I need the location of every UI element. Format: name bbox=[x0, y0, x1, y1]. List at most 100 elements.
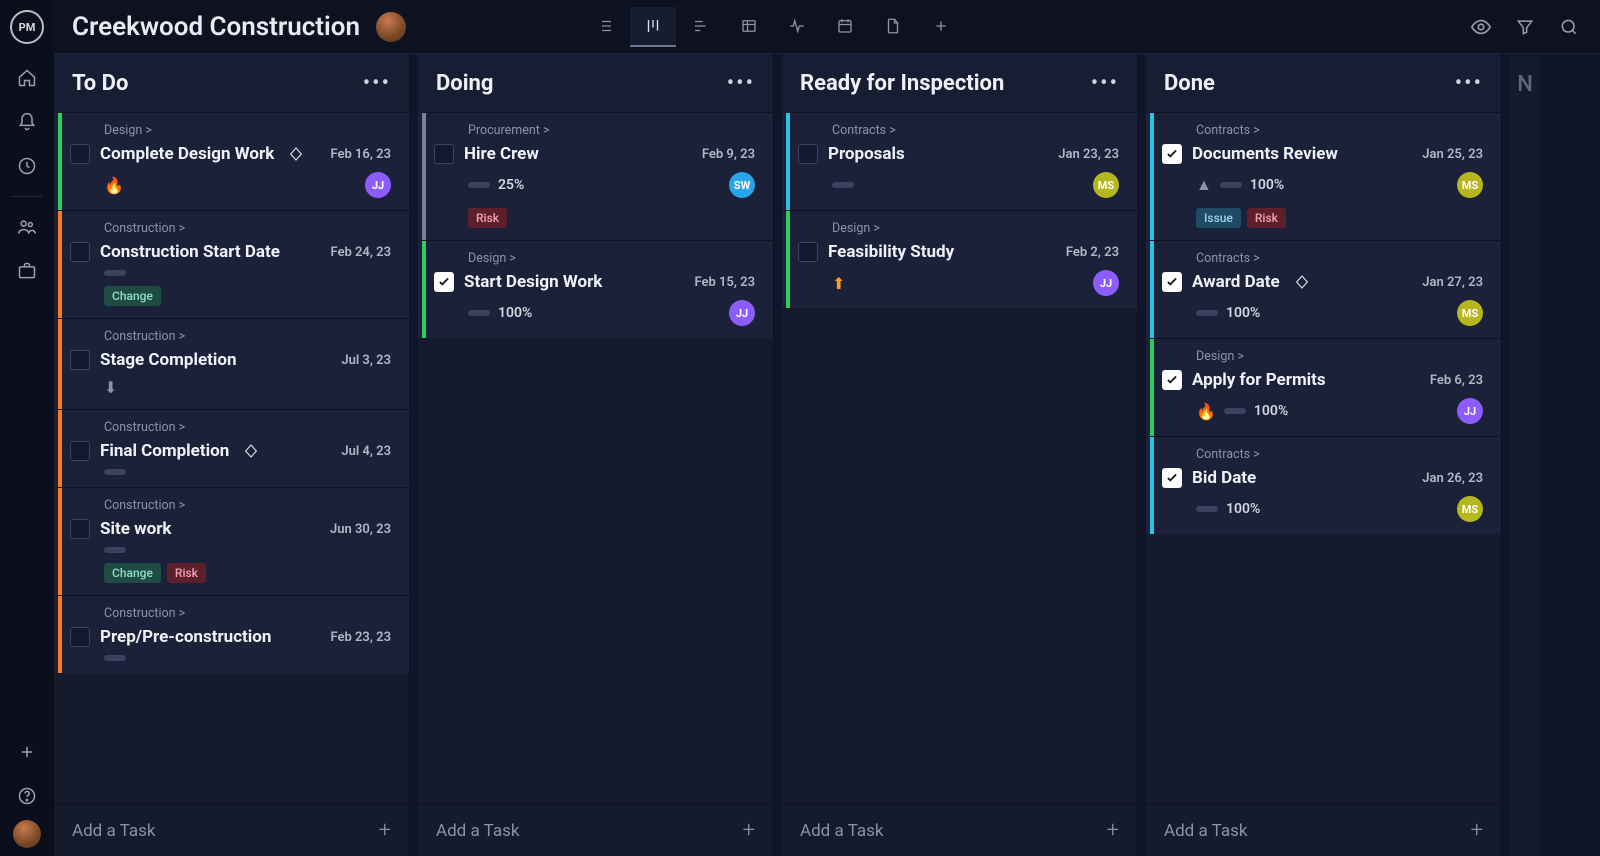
task-checkbox[interactable] bbox=[1162, 370, 1182, 390]
view-table-icon[interactable] bbox=[726, 7, 772, 47]
add-task-label: Add a Task bbox=[800, 821, 883, 841]
tag-change[interactable]: Change bbox=[104, 563, 161, 583]
task-card[interactable]: Construction >Construction Start DateFeb… bbox=[54, 210, 409, 318]
task-card[interactable]: Contracts >Award DateJan 27, 23100%MS bbox=[1146, 240, 1501, 338]
tag-change[interactable]: Change bbox=[104, 286, 161, 306]
task-card[interactable]: Contracts >Bid DateJan 26, 23100%MS bbox=[1146, 436, 1501, 534]
task-card[interactable]: Design >Feasibility StudyFeb 2, 23⬆JJ bbox=[782, 210, 1137, 308]
view-add-icon[interactable] bbox=[918, 7, 964, 47]
view-calendar-icon[interactable] bbox=[822, 7, 868, 47]
help-icon[interactable] bbox=[7, 776, 47, 816]
view-board-icon[interactable] bbox=[630, 7, 676, 47]
add-task-button[interactable]: Add a Task+ bbox=[782, 804, 1137, 856]
progress-percent: 100% bbox=[1226, 305, 1260, 321]
assignee-avatar[interactable]: MS bbox=[1457, 496, 1483, 522]
assignee-avatar[interactable]: MS bbox=[1093, 172, 1119, 198]
add-icon[interactable] bbox=[7, 732, 47, 772]
assignee-avatar[interactable]: SW bbox=[729, 172, 755, 198]
card-breadcrumb[interactable]: Construction > bbox=[104, 498, 391, 513]
card-breadcrumb[interactable]: Construction > bbox=[104, 606, 391, 621]
board-column: Doing•••Procurement >Hire CrewFeb 9, 232… bbox=[418, 54, 774, 856]
card-breadcrumb[interactable]: Construction > bbox=[104, 329, 391, 344]
task-card[interactable]: Contracts >Documents ReviewJan 25, 23▲10… bbox=[1146, 112, 1501, 240]
task-checkbox[interactable] bbox=[798, 144, 818, 164]
view-pulse-icon[interactable] bbox=[774, 7, 820, 47]
task-card[interactable]: Construction >Final CompletionJul 4, 23 bbox=[54, 409, 409, 487]
assignee-avatar[interactable]: JJ bbox=[729, 300, 755, 326]
search-icon[interactable] bbox=[1556, 14, 1582, 40]
tag-risk[interactable]: Risk bbox=[167, 563, 206, 583]
card-breadcrumb[interactable]: Contracts > bbox=[1196, 123, 1483, 138]
project-avatar[interactable] bbox=[376, 12, 406, 42]
clock-icon[interactable] bbox=[7, 146, 47, 186]
rail-separator bbox=[12, 196, 42, 197]
card-breadcrumb[interactable]: Procurement > bbox=[468, 123, 755, 138]
card-breadcrumb[interactable]: Contracts > bbox=[832, 123, 1119, 138]
column-header: To Do••• bbox=[54, 54, 409, 112]
task-card[interactable]: Design >Complete Design WorkFeb 16, 23🔥J… bbox=[54, 112, 409, 210]
people-icon[interactable] bbox=[7, 207, 47, 247]
card-breadcrumb[interactable]: Design > bbox=[104, 123, 391, 138]
card-stripe bbox=[422, 113, 426, 240]
add-task-button[interactable]: Add a Task+ bbox=[54, 804, 409, 856]
view-list-icon[interactable] bbox=[582, 7, 628, 47]
tag-issue[interactable]: Issue bbox=[1196, 208, 1241, 228]
assignee-avatar[interactable]: JJ bbox=[1093, 270, 1119, 296]
column-menu-icon[interactable]: ••• bbox=[727, 71, 755, 96]
task-checkbox[interactable] bbox=[798, 242, 818, 262]
task-card[interactable]: Construction >Stage CompletionJul 3, 23⬇ bbox=[54, 318, 409, 409]
assignee-avatar[interactable]: MS bbox=[1457, 172, 1483, 198]
task-checkbox[interactable] bbox=[70, 242, 90, 262]
task-title: Prep/Pre-construction bbox=[100, 627, 271, 647]
eye-icon[interactable] bbox=[1468, 14, 1494, 40]
column-menu-icon[interactable]: ••• bbox=[363, 71, 391, 96]
task-card[interactable]: Procurement >Hire CrewFeb 9, 2325%SWRisk bbox=[418, 112, 773, 240]
task-checkbox[interactable] bbox=[1162, 468, 1182, 488]
column-menu-icon[interactable]: ••• bbox=[1091, 71, 1119, 96]
task-checkbox[interactable] bbox=[70, 519, 90, 539]
tag-row: Change Risk bbox=[104, 563, 391, 583]
next-column-peek[interactable]: N bbox=[1510, 54, 1540, 856]
home-icon[interactable] bbox=[7, 58, 47, 98]
task-card[interactable]: Construction >Site workJun 30, 23ChangeR… bbox=[54, 487, 409, 595]
task-checkbox[interactable] bbox=[1162, 272, 1182, 292]
task-card[interactable]: Design >Apply for PermitsFeb 6, 23🔥100%J… bbox=[1146, 338, 1501, 436]
task-checkbox[interactable] bbox=[434, 272, 454, 292]
card-breadcrumb[interactable]: Construction > bbox=[104, 221, 391, 236]
task-card[interactable]: Contracts >ProposalsJan 23, 23MS bbox=[782, 112, 1137, 210]
user-avatar[interactable] bbox=[13, 820, 41, 848]
add-task-button[interactable]: Add a Task+ bbox=[418, 804, 773, 856]
bell-icon[interactable] bbox=[7, 102, 47, 142]
task-checkbox[interactable] bbox=[1162, 144, 1182, 164]
task-checkbox[interactable] bbox=[70, 627, 90, 647]
tag-risk[interactable]: Risk bbox=[468, 208, 507, 228]
view-file-icon[interactable] bbox=[870, 7, 916, 47]
flame-icon: 🔥 bbox=[104, 176, 124, 195]
filter-icon[interactable] bbox=[1512, 14, 1538, 40]
task-card[interactable]: Design >Start Design WorkFeb 15, 23100%J… bbox=[418, 240, 773, 338]
tag-row: Issue Risk bbox=[1196, 208, 1483, 228]
card-breadcrumb[interactable]: Contracts > bbox=[1196, 447, 1483, 462]
card-breadcrumb[interactable]: Contracts > bbox=[1196, 251, 1483, 266]
assignee-avatar[interactable]: MS bbox=[1457, 300, 1483, 326]
view-gantt-icon[interactable] bbox=[678, 7, 724, 47]
add-task-label: Add a Task bbox=[436, 821, 519, 841]
assignee-avatar[interactable]: JJ bbox=[365, 172, 391, 198]
assignee-avatar[interactable]: JJ bbox=[1457, 398, 1483, 424]
card-breadcrumb[interactable]: Construction > bbox=[104, 420, 391, 435]
card-breadcrumb[interactable]: Design > bbox=[468, 251, 755, 266]
task-checkbox[interactable] bbox=[70, 441, 90, 461]
task-checkbox[interactable] bbox=[434, 144, 454, 164]
task-card[interactable]: Construction >Prep/Pre-constructionFeb 2… bbox=[54, 595, 409, 673]
card-breadcrumb[interactable]: Design > bbox=[1196, 349, 1483, 364]
column-body: Procurement >Hire CrewFeb 9, 2325%SWRisk… bbox=[418, 112, 773, 804]
add-task-button[interactable]: Add a Task+ bbox=[1146, 804, 1501, 856]
briefcase-icon[interactable] bbox=[7, 251, 47, 291]
card-breadcrumb[interactable]: Design > bbox=[832, 221, 1119, 236]
task-title: Documents Review bbox=[1192, 144, 1338, 164]
tag-risk[interactable]: Risk bbox=[1247, 208, 1286, 228]
app-logo[interactable]: PM bbox=[10, 10, 44, 44]
task-checkbox[interactable] bbox=[70, 350, 90, 370]
task-checkbox[interactable] bbox=[70, 144, 90, 164]
column-menu-icon[interactable]: ••• bbox=[1455, 71, 1483, 96]
